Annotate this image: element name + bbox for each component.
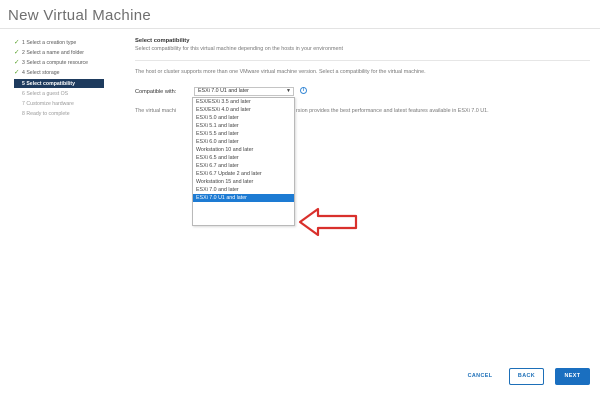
dropdown-option[interactable]: ESXi 5.1 and later — [193, 122, 294, 130]
checkmark-icon: ✓ — [14, 69, 20, 76]
checkmark-icon: ✓ — [14, 39, 20, 46]
compatibility-select-value: ESXi 7.0 U1 and later — [198, 88, 249, 94]
dropdown-option[interactable]: Workstation 15 and later — [193, 178, 294, 186]
dropdown-option[interactable]: ESXi 5.0 and later — [193, 114, 294, 122]
red-arrow-annotation — [298, 207, 358, 237]
step-subheading: Select compatibility for this virtual ma… — [135, 46, 343, 52]
title-divider — [0, 28, 600, 29]
dropdown-option[interactable]: ESXi 5.5 and later — [193, 130, 294, 138]
step-label: 7 Customize hardware — [22, 101, 74, 107]
dropdown-option[interactable]: ESX/ESXi 4.0 and later — [193, 106, 294, 114]
checkmark-icon: ✓ — [14, 49, 20, 56]
step-label: 1 Select a creation type — [22, 40, 77, 46]
step-label: 3 Select a compute resource — [22, 60, 89, 66]
next-button[interactable]: NEXT — [555, 368, 590, 385]
checkmark-icon: ✓ — [14, 59, 20, 66]
step-customize-hardware: ✓ 7 Customize hardware — [14, 99, 130, 109]
step-select-creation-type[interactable]: ✓ 1 Select a creation type — [14, 38, 130, 48]
step-label: 4 Select storage — [22, 70, 60, 76]
chevron-down-icon[interactable]: ▼ — [286, 88, 291, 95]
dropdown-option[interactable]: ESXi 6.7 and later — [193, 162, 294, 170]
dropdown-option[interactable]: ESXi 7.0 and later — [193, 186, 294, 194]
compatible-with-label: Compatible with: — [135, 89, 177, 95]
step-select-compute-resource[interactable]: ✓ 3 Select a compute resource — [14, 58, 130, 68]
compatibility-select[interactable]: ESXi 7.0 U1 and later ▼ — [194, 87, 294, 96]
window-title: New Virtual Machine — [8, 7, 151, 24]
wizard-steps: ✓ 1 Select a creation type ✓ 2 Select a … — [14, 38, 130, 119]
step-select-guest-os: ✓ 6 Select a guest OS — [14, 89, 130, 99]
step-label: 2 Select a name and folder — [22, 50, 85, 56]
dropdown-option[interactable]: ESXi 6.5 and later — [193, 154, 294, 162]
compatibility-note-start: The virtual machi — [135, 108, 177, 114]
back-button[interactable]: BACK — [509, 368, 544, 385]
dropdown-option[interactable]: Workstation 10 and later — [193, 146, 294, 154]
step-label: 5 Select compatibility — [22, 80, 76, 87]
step-label: 8 Ready to complete — [22, 111, 70, 117]
dropdown-option[interactable]: ESX/ESXi 3.5 and later — [193, 98, 294, 106]
step-label: 6 Select a guest OS — [22, 91, 69, 97]
step-select-compatibility[interactable]: ✓ 5 Select compatibility — [14, 79, 104, 88]
compatibility-note-end: rsion provides the best performance and … — [296, 108, 489, 114]
dropdown-option[interactable]: ESXi 6.7 Update 2 and later — [193, 170, 294, 178]
cancel-button[interactable]: CANCEL — [462, 368, 498, 385]
step-ready-to-complete: ✓ 8 Ready to complete — [14, 109, 130, 119]
dropdown-option[interactable]: ESXi 6.0 and later — [193, 138, 294, 146]
dropdown-option-selected[interactable]: ESXi 7.0 U1 and later — [193, 194, 294, 202]
step-heading: Select compatibility — [135, 38, 190, 44]
info-icon[interactable]: i — [300, 87, 307, 94]
content-divider — [135, 60, 590, 61]
compatibility-description: The host or cluster supports more than o… — [135, 69, 426, 75]
compatibility-dropdown-list[interactable]: ESX/ESXi 3.5 and later ESX/ESXi 4.0 and … — [192, 97, 295, 226]
step-select-storage[interactable]: ✓ 4 Select storage — [14, 68, 130, 78]
step-content: Select compatibility Select compatibilit… — [135, 38, 585, 52]
step-select-name-folder[interactable]: ✓ 2 Select a name and folder — [14, 48, 130, 58]
